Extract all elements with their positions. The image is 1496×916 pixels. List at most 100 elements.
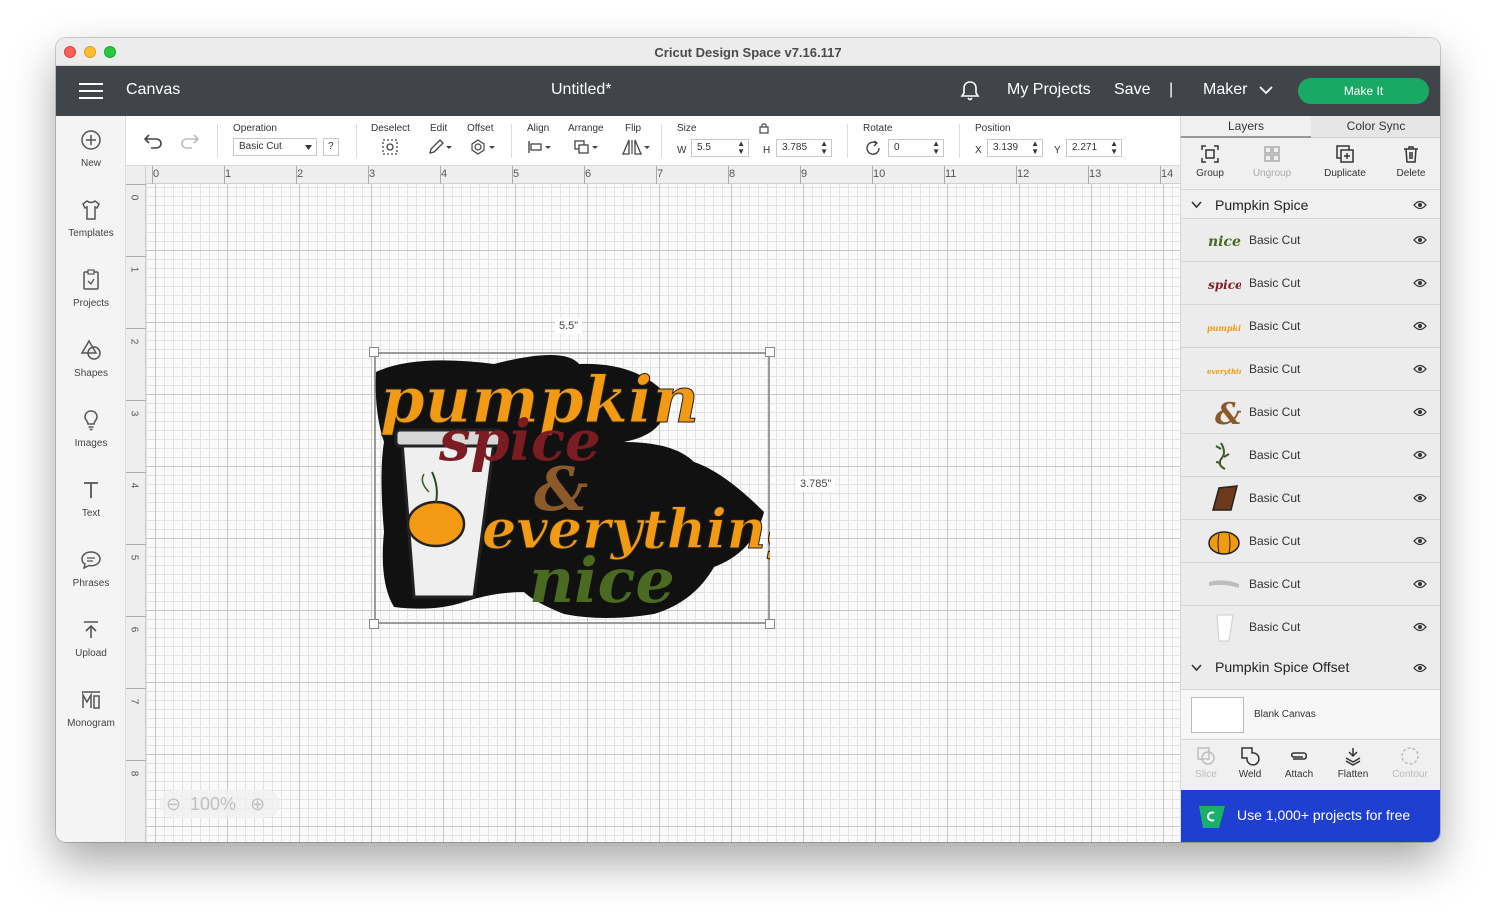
redo-icon[interactable]	[180, 133, 200, 149]
chevron-down-icon[interactable]	[1191, 201, 1202, 209]
contour-button[interactable]: Contour	[1385, 746, 1435, 780]
ruler-tick	[512, 166, 513, 184]
arrange-icon[interactable]	[573, 138, 601, 156]
rotate-input[interactable]: 0 ▲ ▼	[888, 139, 944, 157]
save-button[interactable]: Save	[1114, 81, 1150, 99]
sidebar-item-projects[interactable]: Projects	[56, 268, 126, 328]
ruler-tick-label: 8	[729, 168, 736, 180]
layer-label: Basic Cut	[1249, 534, 1301, 548]
eye-icon[interactable]	[1413, 622, 1427, 632]
eye-icon[interactable]	[1413, 450, 1427, 460]
sidebar-item-upload[interactable]: Upload	[56, 618, 126, 678]
x-position-input[interactable]: 3.139 ▲ ▼	[987, 139, 1043, 157]
ruler-tick	[126, 472, 146, 473]
layer-row[interactable]: Basic Cut	[1181, 477, 1440, 520]
eye-icon[interactable]	[1413, 200, 1427, 210]
ruler-tick-label: 0	[128, 194, 140, 201]
sidebar-item-monogram[interactable]: Monogram	[56, 688, 126, 748]
tab-layers[interactable]: Layers	[1181, 116, 1311, 138]
left-sidebar: New Templates Projects Shapes Images Tex…	[56, 116, 126, 842]
slice-label: Slice	[1195, 769, 1217, 780]
offset-icon[interactable]	[469, 138, 497, 156]
layer-row[interactable]: Basic Cut	[1181, 434, 1440, 477]
design-canvas[interactable]: 0 1 2 3 4 5 6 7 8 9 10 11 12 13 14 012345678 5.5" 3.78…	[126, 166, 1180, 842]
y-position-input[interactable]: 2.271 ▲ ▼	[1066, 139, 1122, 157]
layer-group-pumpkin-spice[interactable]: Pumpkin Spice	[1181, 189, 1440, 219]
eye-icon[interactable]	[1413, 321, 1427, 331]
zoom-out-icon[interactable]: ⊖	[166, 790, 181, 818]
operation-help-button[interactable]: ?	[323, 138, 339, 156]
operation-select[interactable]: Basic Cut	[233, 138, 317, 156]
ruler-tick	[224, 166, 225, 184]
layer-group-title: Pumpkin Spice Offset	[1215, 659, 1350, 675]
ruler-tick-label: 7	[657, 168, 664, 180]
deselect-icon[interactable]	[381, 138, 399, 156]
stepper-icon[interactable]: ▲ ▼	[1031, 140, 1039, 156]
flatten-button[interactable]: Flatten	[1328, 746, 1378, 780]
sidebar-item-images[interactable]: Images	[56, 408, 126, 468]
group-button[interactable]: Group	[1181, 144, 1239, 179]
height-input[interactable]: 3.785 ▲ ▼	[776, 139, 832, 157]
eye-icon[interactable]	[1413, 278, 1427, 288]
eye-icon[interactable]	[1413, 493, 1427, 503]
eye-icon[interactable]	[1413, 364, 1427, 374]
text-icon	[84, 482, 98, 498]
sidebar-item-shapes[interactable]: Shapes	[56, 338, 126, 398]
eye-icon[interactable]	[1413, 663, 1427, 673]
eye-icon[interactable]	[1413, 579, 1427, 589]
layer-row[interactable]: everything Basic Cut	[1181, 348, 1440, 391]
layer-row[interactable]: Basic Cut	[1181, 606, 1440, 649]
layer-row[interactable]: & Basic Cut	[1181, 391, 1440, 434]
stepper-icon[interactable]: ▲ ▼	[737, 140, 745, 156]
menu-icon[interactable]	[79, 83, 103, 99]
zoom-in-icon[interactable]: ⊕	[250, 790, 265, 818]
layer-row[interactable]: spice Basic Cut	[1181, 262, 1440, 305]
chevron-down-icon[interactable]	[1191, 664, 1202, 672]
pumpkin-spice-design[interactable]: pumpkin spice & everything nice	[374, 352, 770, 624]
promo-banner[interactable]: Use 1,000+ projects for free	[1181, 790, 1440, 842]
ruler-tick-label: 3	[128, 410, 140, 417]
pencil-icon[interactable]	[427, 138, 453, 156]
bell-icon[interactable]	[960, 80, 980, 102]
layer-row[interactable]: Basic Cut	[1181, 563, 1440, 606]
eye-icon[interactable]	[1413, 407, 1427, 417]
slice-button[interactable]: Slice	[1181, 746, 1231, 780]
rotate-icon[interactable]	[864, 139, 882, 157]
stepper-icon[interactable]: ▲ ▼	[932, 140, 940, 156]
undo-icon[interactable]	[143, 133, 163, 149]
zoom-control: ⊖ 100% ⊕	[160, 790, 280, 818]
make-it-button[interactable]: Make It	[1298, 78, 1429, 104]
eye-icon[interactable]	[1413, 536, 1427, 546]
attach-button[interactable]: Attach	[1274, 746, 1324, 780]
ungroup-button[interactable]: Ungroup	[1243, 144, 1301, 179]
delete-button[interactable]: Delete	[1382, 144, 1440, 179]
ruler-tick-label: 11	[945, 168, 957, 180]
ruler-tick	[126, 760, 146, 761]
lock-icon[interactable]	[759, 122, 769, 134]
sidebar-item-new[interactable]: New	[56, 128, 126, 188]
layer-label: Basic Cut	[1249, 491, 1301, 505]
rotate-value: 0	[894, 142, 900, 153]
align-icon[interactable]	[526, 138, 554, 156]
tab-color-sync[interactable]: Color Sync	[1311, 116, 1440, 138]
machine-select[interactable]: Maker	[1203, 81, 1247, 99]
stepper-icon[interactable]: ▲ ▼	[1110, 140, 1118, 156]
weld-button[interactable]: Weld	[1225, 746, 1275, 780]
flip-icon[interactable]	[621, 138, 651, 156]
sidebar-item-text[interactable]: Text	[56, 478, 126, 538]
ruler-tick	[800, 166, 801, 184]
layer-row[interactable]: Basic Cut	[1181, 520, 1440, 563]
sidebar-item-phrases[interactable]: Phrases	[56, 548, 126, 608]
my-projects-link[interactable]: My Projects	[1007, 81, 1091, 99]
layer-row[interactable]: nice Basic Cut	[1181, 219, 1440, 262]
duplicate-button[interactable]: Duplicate	[1316, 144, 1374, 179]
stepper-icon[interactable]: ▲ ▼	[820, 140, 828, 156]
toolbar-divider	[217, 124, 218, 158]
sidebar-item-templates[interactable]: Templates	[56, 198, 126, 258]
blank-canvas-row[interactable]: Blank Canvas	[1181, 690, 1440, 740]
layer-row[interactable]: pumpkin Basic Cut	[1181, 305, 1440, 348]
eye-icon[interactable]	[1413, 235, 1427, 245]
layer-group-offset[interactable]: Pumpkin Spice Offset	[1181, 647, 1440, 690]
chevron-down-icon[interactable]	[1259, 86, 1273, 95]
width-input[interactable]: 5.5 ▲ ▼	[691, 139, 749, 157]
